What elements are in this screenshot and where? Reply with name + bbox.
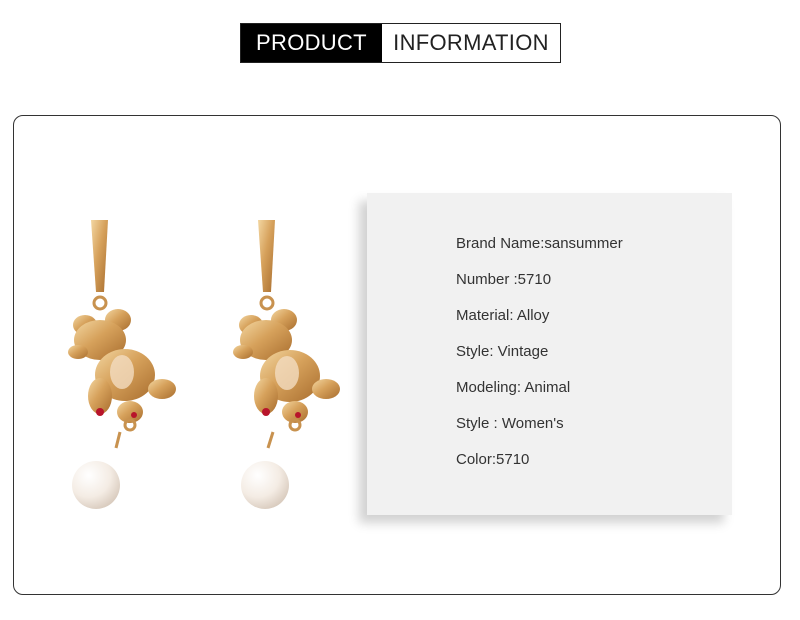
spec-color: Color:5710: [456, 451, 530, 468]
header-title-information: INFORMATION: [382, 24, 560, 62]
bear-pearl-earrings-image: [68, 220, 340, 509]
spec-modeling: Modeling: Animal: [456, 379, 571, 396]
spec-style: Style: Vintage: [456, 343, 549, 360]
spec-style-gender: Style : Women's: [456, 415, 564, 432]
product-info-panel: Brand Name:sansummer Number :5710 Materi…: [367, 193, 732, 515]
earring-left: [68, 220, 176, 509]
section-header: PRODUCT INFORMATION: [240, 23, 561, 63]
spec-number: Number :5710: [456, 271, 552, 288]
header-title-product: PRODUCT: [241, 24, 382, 62]
spec-brand-name: Brand Name:sansummer: [456, 235, 623, 252]
earring-right: [233, 220, 340, 509]
spec-material: Material: Alloy: [456, 307, 550, 324]
spec-list: Brand Name:sansummer Number :5710 Materi…: [456, 233, 623, 485]
